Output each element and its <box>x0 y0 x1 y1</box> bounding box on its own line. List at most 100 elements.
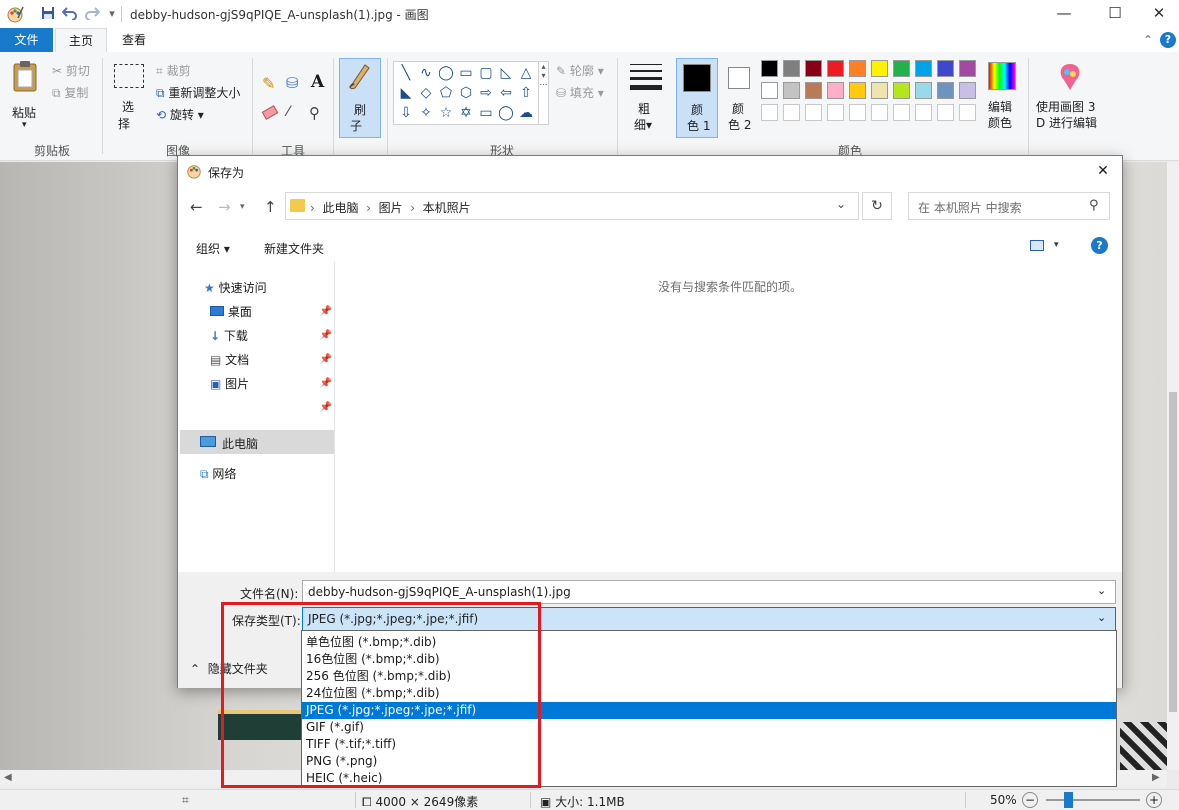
paint3d-button[interactable]: 使用画图 3 D 进行编辑 <box>1034 60 1106 138</box>
size-button[interactable]: 粗 细▾ <box>624 60 668 138</box>
palette-color-swatch[interactable] <box>959 82 976 99</box>
shape-item-icon[interactable]: △ <box>516 63 536 83</box>
shape-item-icon[interactable]: ✧ <box>416 103 436 123</box>
palette-empty-swatch[interactable] <box>893 104 910 121</box>
view-options-icon[interactable] <box>1030 240 1044 251</box>
recent-locations-icon[interactable]: ▾ <box>240 202 245 212</box>
palette-empty-swatch[interactable] <box>915 104 932 121</box>
palette-empty-swatch[interactable] <box>827 104 844 121</box>
color1-button[interactable]: 颜 色 1 <box>676 58 718 138</box>
nav-downloads[interactable]: ↓ 下载 📌 <box>210 324 332 348</box>
copy-button[interactable]: ⧉ 复制 <box>52 84 88 101</box>
vertical-scrollbar[interactable] <box>1167 162 1179 770</box>
palette-empty-swatch[interactable] <box>783 104 800 121</box>
shapes-gallery[interactable]: ╲ ∿ ◯ ▭ ▢ ◺ △ ◣ ◇ ⬠ ⬡ ⇨ ⇦ ⇧ ⇩ ✧ ☆ ✡ ▭ ◯ ☁ ▴ ▾ ⋯ <box>393 61 549 125</box>
shape-item-icon[interactable]: ▭ <box>456 63 476 83</box>
color2-button[interactable]: 颜 色 2 <box>722 58 762 138</box>
nav-this-pc[interactable]: 此电脑 <box>180 430 334 454</box>
palette-empty-swatch[interactable] <box>761 104 778 121</box>
shape-item-icon[interactable]: ⇨ <box>476 83 496 103</box>
zoom-in-button[interactable]: + <box>1146 792 1162 808</box>
nav-pictures[interactable]: ▣ 图片 📌 <box>210 372 332 396</box>
undo-icon[interactable] <box>61 6 78 22</box>
color-picker-icon[interactable]: ⁄ <box>287 104 289 120</box>
magnifier-icon[interactable]: ⚲ <box>309 104 320 122</box>
shape-item-icon[interactable]: ⇦ <box>496 83 516 103</box>
pencil-icon[interactable]: ✎ <box>262 74 275 93</box>
palette-color-swatch[interactable] <box>827 60 844 77</box>
shape-item-icon[interactable]: ⇧ <box>516 83 536 103</box>
save-icon[interactable] <box>40 6 56 22</box>
rotate-button[interactable]: ⟲ 旋转 ▾ <box>156 106 204 123</box>
shape-item-icon[interactable]: ◺ <box>496 63 516 83</box>
nav-documents[interactable]: ▤ 文档 📌 <box>210 348 332 372</box>
help-icon[interactable]: ? <box>1160 32 1176 48</box>
search-input[interactable]: 在 本机照片 中搜索 ⚲ <box>908 192 1110 220</box>
vertical-scroll-thumb[interactable] <box>1169 392 1177 712</box>
forward-arrow-icon[interactable]: → <box>218 198 231 216</box>
palette-color-swatch[interactable] <box>893 60 910 77</box>
brush-button[interactable]: 刷 子 <box>339 58 381 138</box>
text-tool-icon[interactable]: A <box>311 72 324 92</box>
zoom-slider[interactable] <box>1046 792 1140 808</box>
maximize-button[interactable]: ☐ <box>1092 0 1138 28</box>
redo-icon[interactable] <box>84 6 101 22</box>
palette-color-swatch[interactable] <box>761 60 778 77</box>
address-dropdown-icon[interactable]: ⌄ <box>836 197 846 211</box>
select-button[interactable]: 选 择 <box>108 60 148 136</box>
scroll-left-arrow[interactable]: ◀ <box>4 772 12 783</box>
refresh-button[interactable]: ↻ <box>862 192 892 220</box>
nav-desktop[interactable]: 桌面 📌 <box>210 300 332 324</box>
back-arrow-icon[interactable]: ← <box>190 198 203 216</box>
zoom-slider-thumb[interactable] <box>1064 792 1073 808</box>
eraser-icon[interactable] <box>261 105 279 120</box>
breadcrumb-local-photos[interactable]: 本机照片 <box>423 201 471 215</box>
shape-item-icon[interactable]: ◇ <box>416 83 436 103</box>
filename-input[interactable]: debby-hudson-gjS9qPIQE_A-unsplash(1).jpg… <box>302 580 1116 604</box>
palette-color-swatch[interactable] <box>871 60 888 77</box>
edit-colors-button[interactable]: 编辑 颜色 <box>984 60 1024 138</box>
nav-unnamed[interactable]: 📌 <box>210 396 332 420</box>
palette-color-swatch[interactable] <box>915 82 932 99</box>
shapes-scroll[interactable]: ▴ ▾ ⋯ <box>538 62 548 124</box>
zoom-out-button[interactable]: − <box>1022 792 1038 808</box>
tab-home[interactable]: 主页 <box>55 28 107 52</box>
collapse-ribbon-icon[interactable]: ⌃ <box>1140 28 1156 52</box>
outline-button[interactable]: ✎ 轮廓 ▾ <box>556 62 604 79</box>
palette-color-swatch[interactable] <box>959 60 976 77</box>
tab-view[interactable]: 查看 <box>109 28 159 52</box>
new-folder-button[interactable]: 新建文件夹 <box>264 240 324 257</box>
shape-item-icon[interactable]: ☁ <box>516 103 536 123</box>
palette-color-swatch[interactable] <box>783 60 800 77</box>
breadcrumb-pictures[interactable]: 图片 <box>379 201 403 215</box>
up-arrow-icon[interactable]: ↑ <box>264 198 277 216</box>
crop-button[interactable]: ⌗ 裁剪 <box>156 62 191 79</box>
palette-color-swatch[interactable] <box>893 82 910 99</box>
close-button[interactable]: ✕ <box>1136 0 1179 28</box>
shape-item-icon[interactable]: ▭ <box>476 103 496 123</box>
palette-empty-swatch[interactable] <box>959 104 976 121</box>
resize-button[interactable]: ⧉ 重新调整大小 <box>156 84 240 101</box>
palette-color-swatch[interactable] <box>937 60 954 77</box>
tab-file[interactable]: 文件 <box>0 28 53 52</box>
shape-item-icon[interactable]: ⬠ <box>436 83 456 103</box>
shape-item-icon[interactable]: ∿ <box>416 63 436 83</box>
scroll-right-arrow[interactable]: ▶ <box>1152 772 1160 783</box>
shape-item-icon[interactable]: ◯ <box>496 103 516 123</box>
palette-color-swatch[interactable] <box>761 82 778 99</box>
fill-bucket-icon[interactable]: ⛁ <box>286 74 299 92</box>
shape-item-icon[interactable]: ✡ <box>456 103 476 123</box>
palette-color-swatch[interactable] <box>849 82 866 99</box>
minimize-button[interactable]: — <box>1041 0 1087 28</box>
file-list-scrollbar[interactable] <box>1108 262 1122 572</box>
nav-quick-access[interactable]: ★ 快速访问 <box>204 276 330 300</box>
fill-button[interactable]: ⛁ 填充 ▾ <box>556 84 604 101</box>
organize-button[interactable]: 组织 ▾ <box>196 240 230 257</box>
palette-empty-swatch[interactable] <box>849 104 866 121</box>
shape-item-icon[interactable]: ╲ <box>396 63 416 83</box>
palette-color-swatch[interactable] <box>783 82 800 99</box>
paste-button[interactable]: 粘贴 ▾ <box>8 58 44 136</box>
palette-empty-swatch[interactable] <box>871 104 888 121</box>
palette-empty-swatch[interactable] <box>805 104 822 121</box>
shape-item-icon[interactable]: ◯ <box>436 63 456 83</box>
